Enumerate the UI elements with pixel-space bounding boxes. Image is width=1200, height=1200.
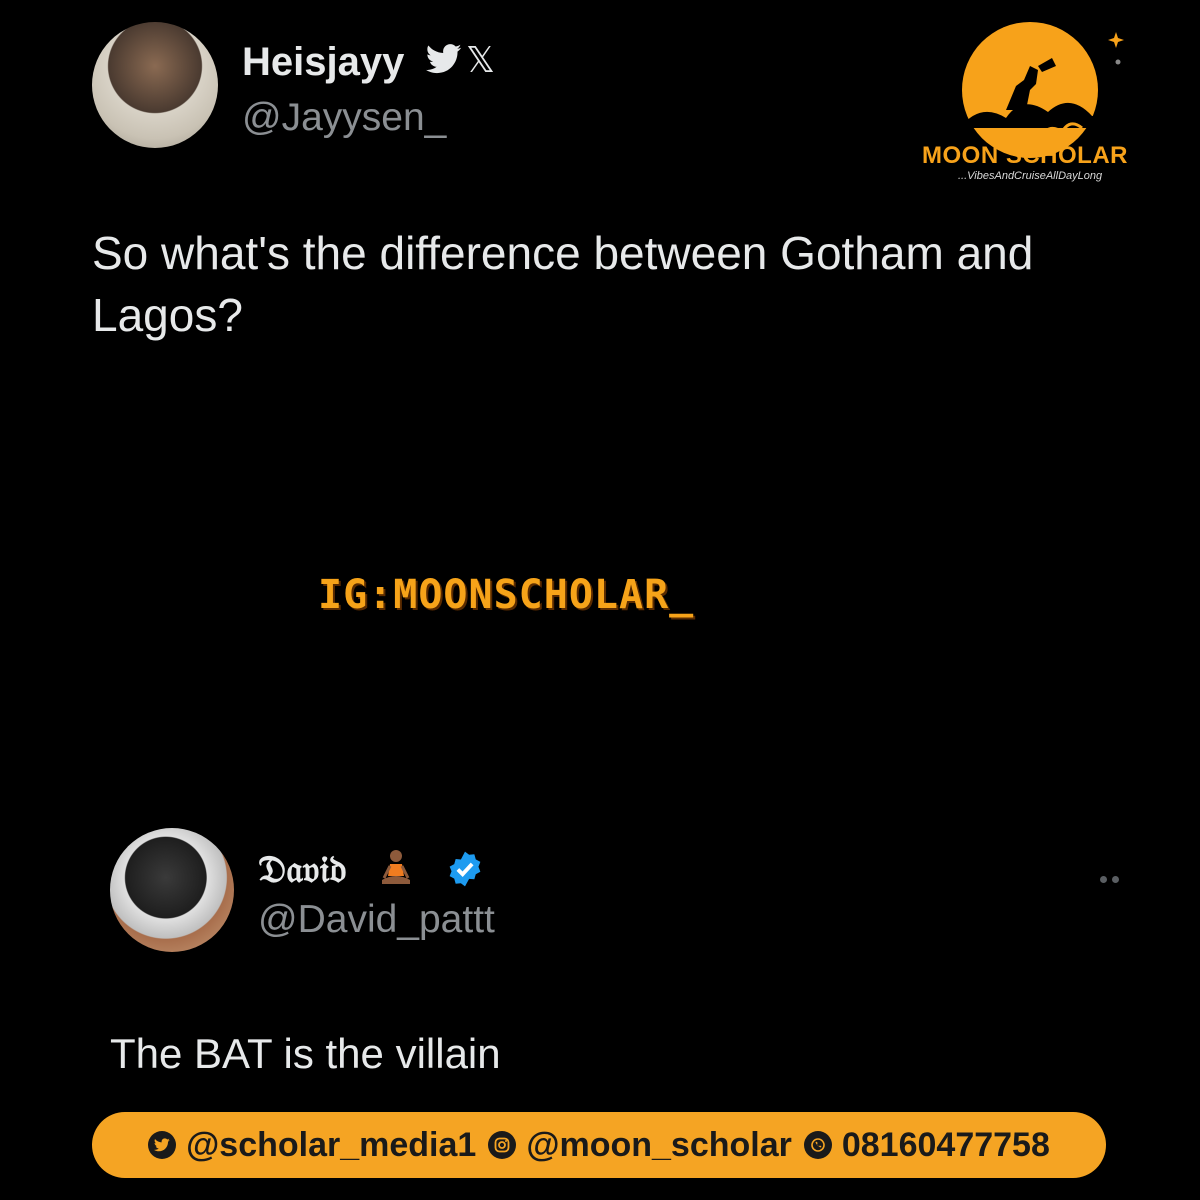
avatar[interactable] [92,22,218,148]
twitter-icon [148,1131,177,1159]
logo-title: MOON SCHOLAR [922,142,1128,169]
tweet-text: The BAT is the villain [110,1030,501,1077]
more-options-icon[interactable] [1100,870,1128,883]
display-name[interactable]: Heisjayy [242,40,404,85]
meditation-emoji-icon [382,850,410,884]
twitter-bird-icon [425,42,462,84]
avatar[interactable] [110,828,234,952]
handle[interactable]: @Jayysen_ [242,96,446,140]
whatsapp-number: 08160477758 [841,1125,1050,1164]
instagram-contact[interactable]: @moon_scholar [488,1126,792,1165]
handle[interactable]: @David_pattt [258,898,495,942]
x-logo-icon: 𝕏 [466,40,496,81]
twitter-handle: @scholar_media1 [186,1125,477,1164]
instagram-icon [488,1131,517,1159]
whatsapp-icon [803,1131,832,1159]
contact-footer: @scholar_media1 @moon_scholar 0816047775… [92,1112,1106,1178]
display-name[interactable]: 𝔇𝔞𝔳𝔦𝔡 [258,846,347,892]
twitter-contact[interactable]: @scholar_media1 [148,1126,476,1165]
tweet-text: So what's the difference between Gotham … [92,227,1034,341]
instagram-handle: @moon_scholar [526,1125,792,1164]
logo-tagline: ...VibesAndCruiseAllDayLong [958,170,1103,182]
whatsapp-contact[interactable]: 08160477758 [803,1125,1050,1165]
watermark: IG:MOONSCHOLAR_ [318,572,695,618]
verified-badge-icon [449,851,481,887]
